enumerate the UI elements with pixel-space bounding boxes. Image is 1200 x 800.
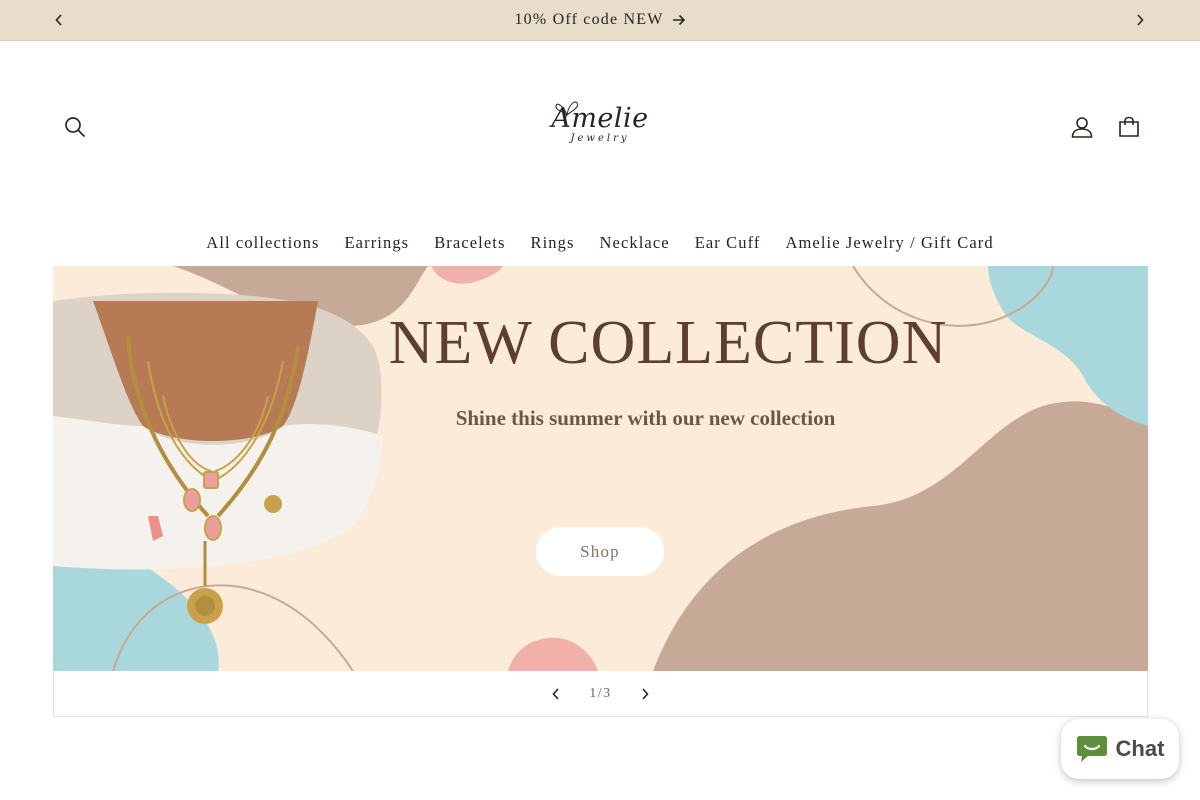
chevron-left-icon <box>552 687 559 700</box>
slide-next-button[interactable] <box>634 683 656 705</box>
nav-item-bracelets[interactable]: Bracelets <box>434 226 505 260</box>
chevron-right-icon <box>1137 14 1144 26</box>
cart-button[interactable] <box>1109 107 1149 147</box>
shop-button[interactable]: Shop <box>536 527 664 576</box>
main-nav: All collections Earrings Bracelets Rings… <box>0 226 1200 260</box>
slide-prev-button[interactable] <box>545 683 567 705</box>
announcement-link[interactable]: 10% Off code NEW <box>514 11 685 29</box>
bag-icon <box>1119 116 1139 137</box>
nav-item-ear-cuff[interactable]: Ear Cuff <box>695 226 761 260</box>
arrow-right-icon <box>672 14 685 26</box>
butterfly-icon <box>555 101 579 119</box>
logo-tagline: Jewelry <box>570 133 630 144</box>
chevron-right-icon <box>642 687 649 700</box>
announcement-bar: 10% Off code NEW <box>0 0 1200 41</box>
hero-subtitle: Shine this summer with our new collectio… <box>455 406 836 430</box>
nav-item-rings[interactable]: Rings <box>531 226 575 260</box>
slide-counter: 1/3 <box>589 685 612 701</box>
chat-bubble-icon <box>1076 736 1107 762</box>
announcement-next-button[interactable] <box>1130 10 1150 30</box>
nav-item-gift-card[interactable]: Amelie Jewelry / Gift Card <box>785 226 993 260</box>
user-icon <box>1071 117 1093 138</box>
chat-label: Chat <box>1115 736 1165 761</box>
nav-item-necklace[interactable]: Necklace <box>600 226 670 260</box>
nav-item-earrings[interactable]: Earrings <box>345 226 410 260</box>
hero-title: NEW COLLECTION <box>388 309 948 377</box>
announcement-prev-button[interactable] <box>49 10 69 30</box>
chat-button[interactable]: Chat <box>1061 719 1179 779</box>
announcement-text: 10% Off code NEW <box>514 11 664 28</box>
chevron-left-icon <box>55 14 62 26</box>
site-header: Amelie Jewelry <box>0 41 1200 226</box>
slider-controls: 1/3 <box>53 671 1148 717</box>
search-icon <box>65 117 86 138</box>
hero-slide: NEW COLLECTION Shine this summer with ou… <box>53 266 1148 671</box>
site-logo[interactable]: Amelie Jewelry <box>540 91 660 161</box>
nav-item-all-collections[interactable]: All collections <box>206 226 319 260</box>
search-button[interactable] <box>55 107 95 147</box>
account-button[interactable] <box>1062 107 1102 147</box>
